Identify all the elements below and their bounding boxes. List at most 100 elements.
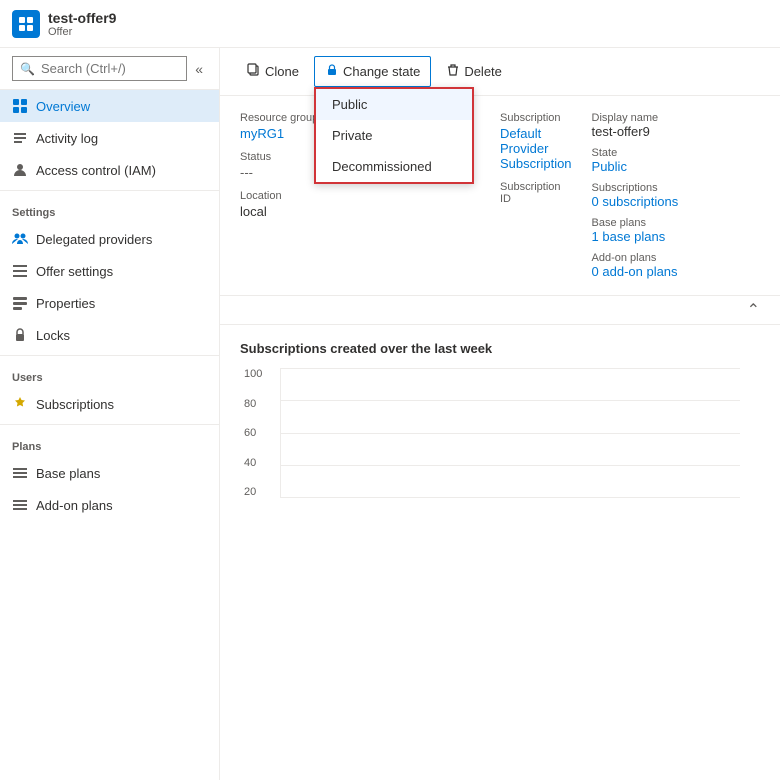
app-title: test-offer9 — [48, 10, 116, 26]
sidebar-item-label-activity: Activity log — [36, 131, 98, 146]
right-details: Display name test-offer9 State Public Su… — [592, 112, 780, 279]
grid-line-1 — [281, 368, 740, 369]
base-plans-value[interactable]: 1 base plans — [592, 229, 780, 244]
change-state-label: Change state — [343, 64, 420, 79]
toolbar: Clone Change state Public Private Decomm… — [220, 48, 780, 96]
chevron-up-icon[interactable]: ⌃ — [747, 300, 760, 320]
sidebar-item-offer-settings[interactable]: Offer settings — [0, 255, 219, 287]
display-name-field: Display name test-offer9 — [592, 112, 780, 139]
sidebar-search-container: 🔍 « — [0, 48, 219, 90]
sidebar-item-label-addon-plans: Add-on plans — [36, 498, 113, 513]
base-plans-label: Base plans — [592, 217, 780, 229]
copy-icon — [247, 63, 261, 80]
sidebar-item-label-offer-settings: Offer settings — [36, 264, 113, 279]
top-bar: test-offer9 Offer — [0, 0, 780, 48]
app-title-block: test-offer9 Offer — [48, 10, 116, 38]
section-header-plans: Plans — [0, 429, 219, 457]
state-field: State Public — [592, 147, 780, 174]
locks-icon — [12, 327, 28, 343]
delegated-providers-icon — [12, 231, 28, 247]
location-value: local — [240, 204, 480, 219]
subscriptions-count-field: Subscriptions 0 subscriptions — [592, 182, 780, 209]
base-plans-field: Base plans 1 base plans — [592, 217, 780, 244]
change-state-dropdown-menu: Public Private Decommissioned — [314, 87, 474, 184]
section-header-users: Users — [0, 360, 219, 388]
subscriptions-count-label: Subscriptions — [592, 182, 780, 194]
subscriptions-icon — [12, 396, 28, 412]
addon-plans-label: Add-on plans — [592, 252, 780, 264]
subscription-id-label: Subscription ID — [500, 181, 572, 205]
activity-log-icon — [12, 130, 28, 146]
y-label-40: 40 — [244, 457, 262, 469]
delete-button[interactable]: Delete — [435, 56, 513, 87]
trash-icon — [446, 63, 460, 80]
access-control-icon — [12, 162, 28, 178]
lock-icon — [325, 63, 339, 80]
offer-settings-icon — [12, 263, 28, 279]
y-label-80: 80 — [244, 398, 262, 410]
search-input[interactable] — [12, 56, 187, 81]
location-field: Location local — [240, 190, 480, 219]
sidebar: 🔍 « Overview Activity log — [0, 48, 220, 780]
delete-label: Delete — [464, 64, 502, 79]
sidebar-item-properties[interactable]: Properties — [0, 287, 219, 319]
properties-icon — [12, 295, 28, 311]
sidebar-item-access-control[interactable]: Access control (IAM) — [0, 154, 219, 186]
display-name-value: test-offer9 — [592, 124, 780, 139]
divider-users — [0, 355, 219, 356]
subscription-label: Subscription — [500, 112, 572, 124]
subscriptions-count-value[interactable]: 0 subscriptions — [592, 194, 780, 209]
state-label: State — [592, 147, 780, 159]
offer-icon — [12, 10, 40, 38]
grid-line-3 — [281, 433, 740, 434]
sidebar-item-overview[interactable]: Overview — [0, 90, 219, 122]
addon-plans-value[interactable]: 0 add-on plans — [592, 264, 780, 279]
change-state-dropdown-wrapper: Change state Public Private Decommission… — [314, 56, 431, 87]
overview-icon — [12, 98, 28, 114]
sidebar-item-label-iam: Access control (IAM) — [36, 163, 156, 178]
detail-section: Resource group myRG1 Status --- Location… — [220, 96, 780, 296]
sidebar-item-activity-log[interactable]: Activity log — [0, 122, 219, 154]
sidebar-item-subscriptions[interactable]: Subscriptions — [0, 388, 219, 420]
state-value[interactable]: Public — [592, 159, 780, 174]
sidebar-item-label-locks: Locks — [36, 328, 70, 343]
y-label-100: 100 — [244, 368, 262, 380]
divider-plans — [0, 424, 219, 425]
divider-settings — [0, 190, 219, 191]
chart-section: Subscriptions created over the last week… — [220, 325, 780, 514]
clone-label: Clone — [265, 64, 299, 79]
subscription-value[interactable]: Default Provider Subscription — [500, 126, 572, 171]
dropdown-item-private[interactable]: Private — [316, 120, 472, 151]
addon-plans-icon — [12, 497, 28, 513]
sidebar-item-label-subscriptions: Subscriptions — [36, 397, 114, 412]
chevron-area: ⌃ — [220, 296, 780, 325]
display-name-label: Display name — [592, 112, 780, 124]
sidebar-item-base-plans[interactable]: Base plans — [0, 457, 219, 489]
dropdown-item-public[interactable]: Public — [316, 89, 472, 120]
grid-line-2 — [281, 400, 740, 401]
change-state-button[interactable]: Change state — [314, 56, 431, 87]
y-label-60: 60 — [244, 427, 262, 439]
app-subtitle: Offer — [48, 26, 116, 38]
sidebar-item-label-overview: Overview — [36, 99, 90, 114]
chart-title: Subscriptions created over the last week — [240, 341, 760, 356]
section-header-settings: Settings — [0, 195, 219, 223]
addon-plans-field: Add-on plans 0 add-on plans — [592, 252, 780, 279]
clone-button[interactable]: Clone — [236, 56, 310, 87]
collapse-button[interactable]: « — [191, 59, 207, 79]
sidebar-item-locks[interactable]: Locks — [0, 319, 219, 351]
sidebar-item-addon-plans[interactable]: Add-on plans — [0, 489, 219, 521]
dropdown-item-decommissioned[interactable]: Decommissioned — [316, 151, 472, 182]
sidebar-item-label-base-plans: Base plans — [36, 466, 100, 481]
grid-line-4 — [281, 465, 740, 466]
base-plans-icon — [12, 465, 28, 481]
subscription-id-field: Subscription ID — [500, 181, 572, 207]
sidebar-item-label-properties: Properties — [36, 296, 95, 311]
sidebar-item-label-delegated: Delegated providers — [36, 232, 152, 247]
y-label-20: 20 — [244, 486, 262, 498]
content-area: Clone Change state Public Private Decomm… — [220, 48, 780, 780]
search-icon: 🔍 — [20, 62, 35, 76]
subscription-field: Subscription Default Provider Subscripti… — [500, 112, 572, 171]
chart-area — [280, 368, 740, 498]
sidebar-item-delegated-providers[interactable]: Delegated providers — [0, 223, 219, 255]
